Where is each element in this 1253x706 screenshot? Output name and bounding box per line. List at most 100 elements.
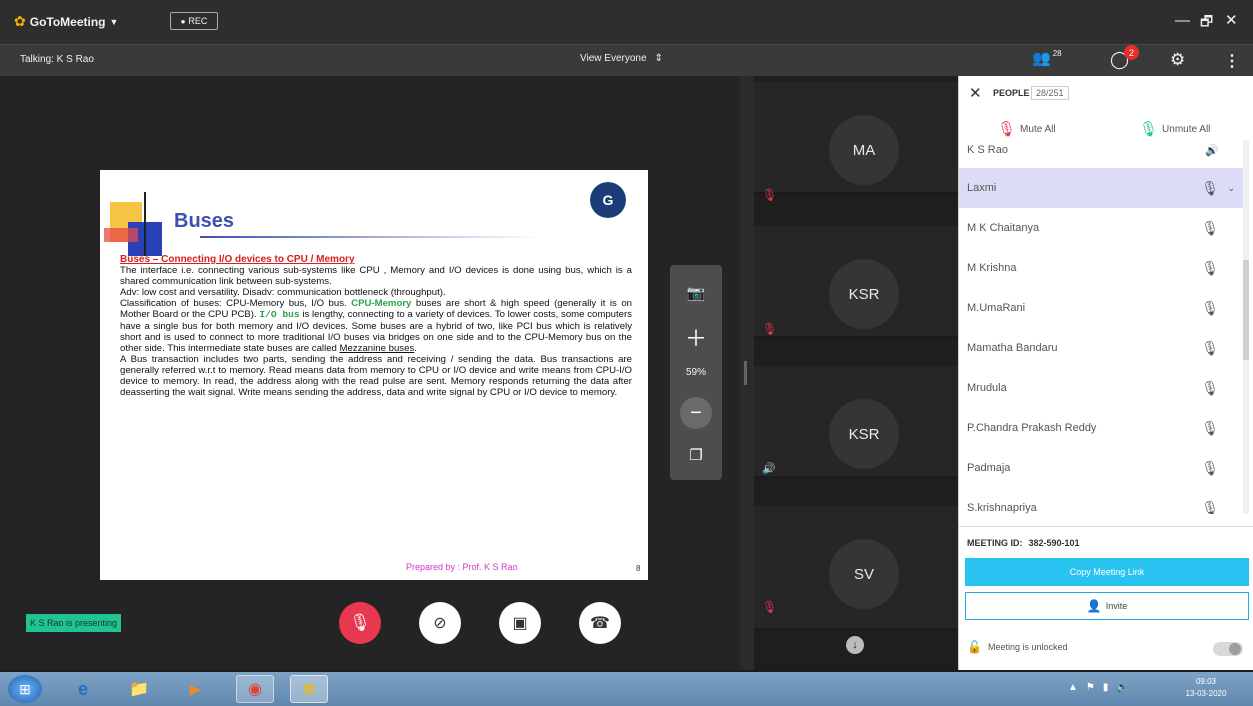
people-toggle[interactable]: 👥 28: [1032, 49, 1062, 67]
close-button[interactable]: ✕: [1225, 11, 1238, 29]
mute-all-button[interactable]: 🎙 Mute All: [997, 120, 1056, 138]
flag-icon[interactable]: ⚑: [1086, 682, 1095, 693]
drag-handle[interactable]: [744, 361, 747, 385]
app-menu[interactable]: ✿ GoToMeeting ▼: [14, 13, 118, 30]
slide-page-number: 8: [636, 564, 641, 573]
start-button[interactable]: ⊞: [8, 675, 42, 703]
view-label: View Everyone: [580, 53, 647, 64]
person-name: M.UmaRani: [967, 302, 1026, 314]
mic-muted-icon: 🎙: [762, 600, 778, 614]
mute-all-label: Mute All: [1020, 123, 1056, 135]
slide-deco-line: [144, 192, 146, 256]
chevron-down-icon[interactable]: ⌄: [1227, 183, 1235, 194]
tray-arrow-icon[interactable]: ▲: [1068, 682, 1078, 693]
fit-screen-icon[interactable]: ❐: [682, 441, 710, 469]
close-panel-icon[interactable]: ✕: [969, 84, 982, 102]
snapshot-camera-icon[interactable]: 📷: [682, 279, 710, 307]
mic-off-red-icon: 🎙: [997, 121, 1017, 138]
taskbar-ie[interactable]: e: [64, 675, 102, 703]
slide-footer: Prepared by : Prof. K S Rao: [406, 562, 518, 572]
invite-label: Invite: [1105, 601, 1128, 611]
participant-tile[interactable]: KSR 🎙: [754, 226, 958, 338]
taskbar-chrome[interactable]: ◉: [236, 675, 274, 703]
taskbar-media[interactable]: ▶: [176, 675, 214, 703]
mic-muted-icon: 🎙: [762, 322, 778, 336]
unmute-all-button[interactable]: 🎙 Unmute All: [1139, 120, 1210, 138]
record-dot-icon: ●: [180, 16, 186, 26]
volume-icon[interactable]: 🔈: [1116, 682, 1128, 693]
zoom-out-button[interactable]: −: [680, 397, 712, 429]
person-name: Laxmi: [967, 182, 997, 194]
slide-paragraph-4: A Bus transaction includes two parts, se…: [120, 353, 632, 399]
camera-toggle-button[interactable]: ⊘: [419, 602, 461, 644]
network-icon[interactable]: ▮: [1103, 682, 1109, 693]
slide-paragraph-3: Classification of buses: CPU-Memory bus,…: [120, 298, 632, 353]
minimize-button[interactable]: —: [1175, 12, 1190, 29]
leave-meeting-button[interactable]: ☎: [579, 602, 621, 644]
mic-off-icon: 🎙: [349, 613, 371, 632]
list-item[interactable]: P.Chandra Prakash Reddy 🎙: [959, 408, 1249, 448]
folder-icon: 📁: [129, 681, 149, 698]
more-menu-icon[interactable]: ⋮: [1224, 51, 1240, 71]
person-name: M K Chaitanya: [967, 222, 1040, 234]
list-item[interactable]: Padmaja 🎙: [959, 448, 1249, 488]
list-item[interactable]: Mrudula 🎙: [959, 368, 1249, 408]
title-bar: ✿ GoToMeeting ▼ ● REC — 🗗 ✕: [0, 0, 1253, 44]
slide-heading: Buses – Connecting I/O devices to CPU / …: [120, 254, 355, 265]
settings-gear-icon[interactable]: ⚙: [1170, 50, 1185, 70]
participant-tile[interactable]: SV 🎙: [754, 506, 958, 630]
scrollbar-thumb[interactable]: [1243, 260, 1249, 360]
taskbar-gotomeeting[interactable]: ✿: [290, 675, 328, 703]
zoom-out-icon: −: [690, 401, 702, 424]
speaker-active-icon: 🔊: [762, 463, 776, 475]
participant-tile[interactable]: MA 🎙: [754, 82, 958, 202]
lock-toggle[interactable]: [1213, 642, 1243, 656]
invite-button[interactable]: 👤 Invite: [965, 592, 1249, 620]
view-selector[interactable]: View Everyone ⇕: [580, 53, 663, 64]
list-item[interactable]: S.krishnapriya 🎙: [959, 488, 1249, 515]
screen-share-button[interactable]: ▣: [499, 602, 541, 644]
institute-logo: G: [590, 182, 626, 218]
people-list[interactable]: K S Rao 🔊 Laxmi 🎙 ⌄ M K Chaitanya 🎙 M Kri…: [959, 140, 1249, 514]
gotomeeting-icon: ✿: [302, 681, 316, 698]
lock-label: Meeting is unlocked: [987, 642, 1068, 652]
participant-tile[interactable]: KSR 🔊: [754, 366, 958, 478]
mic-muted-icon: 🎙: [1201, 419, 1219, 436]
people-panel: ✕ PEOPLE 28/251 🎙 Mute All 🎙 Unmute All …: [958, 76, 1253, 670]
panel-separator: [959, 526, 1253, 527]
clock-date: 13-03-2020: [1185, 689, 1227, 698]
p3-mezzanine: Mezzanine buses: [339, 342, 415, 354]
list-item[interactable]: M.UmaRani 🎙: [959, 288, 1249, 328]
taskbar-explorer[interactable]: 📁: [120, 675, 158, 703]
scroll-down-icon[interactable]: ↓: [846, 636, 864, 654]
panel-divider[interactable]: [740, 76, 754, 670]
slide-paragraph-1: The interface i.e. connecting various su…: [120, 265, 632, 288]
clock-time: 09:03: [1195, 677, 1217, 686]
people-scrollbar[interactable]: [1243, 140, 1249, 514]
record-button[interactable]: ● REC: [170, 12, 218, 30]
record-label: REC: [188, 16, 208, 26]
mic-muted-icon: 🎙: [1201, 379, 1219, 396]
zoom-in-icon[interactable]: ＋: [682, 323, 710, 351]
participant-tiles: MA 🎙 KSR 🎙 KSR 🔊 SV 🎙 ↓: [754, 76, 958, 670]
tile-avatar: SV: [829, 539, 899, 609]
list-item[interactable]: Mamatha Bandaru 🎙: [959, 328, 1249, 368]
list-item[interactable]: K S Rao 🔊: [959, 140, 1249, 168]
slide-title-rule: [200, 236, 540, 238]
list-item[interactable]: M Krishna 🎙: [959, 248, 1249, 288]
mute-mic-button[interactable]: 🎙: [339, 602, 381, 644]
chrome-icon: ◉: [248, 681, 262, 698]
mic-muted-icon: 🎙: [1201, 179, 1219, 196]
maximize-button[interactable]: 🗗: [1200, 11, 1213, 35]
person-name: Mrudula: [967, 382, 1007, 394]
system-tray: ▲ ⚑ ▮ 🔈: [1068, 682, 1129, 693]
list-item[interactable]: M K Chaitanya 🎙: [959, 208, 1249, 248]
meeting-id-label: MEETING ID:: [967, 538, 1023, 548]
copy-meeting-link-button[interactable]: Copy Meeting Link: [965, 558, 1249, 586]
status-bar: Talking: K S Rao View Everyone ⇕ 👥 28 ◯ …: [0, 44, 1253, 76]
p3-highlight-cpu-memory: CPU-Memory: [351, 298, 412, 310]
taskbar-clock[interactable]: 09:03 13-03-2020: [1176, 676, 1236, 700]
list-item-selected[interactable]: Laxmi 🎙 ⌄: [959, 168, 1249, 208]
gotomeeting-logo-icon: ✿: [14, 13, 26, 29]
chat-button[interactable]: ◯ 2: [1110, 45, 1140, 73]
